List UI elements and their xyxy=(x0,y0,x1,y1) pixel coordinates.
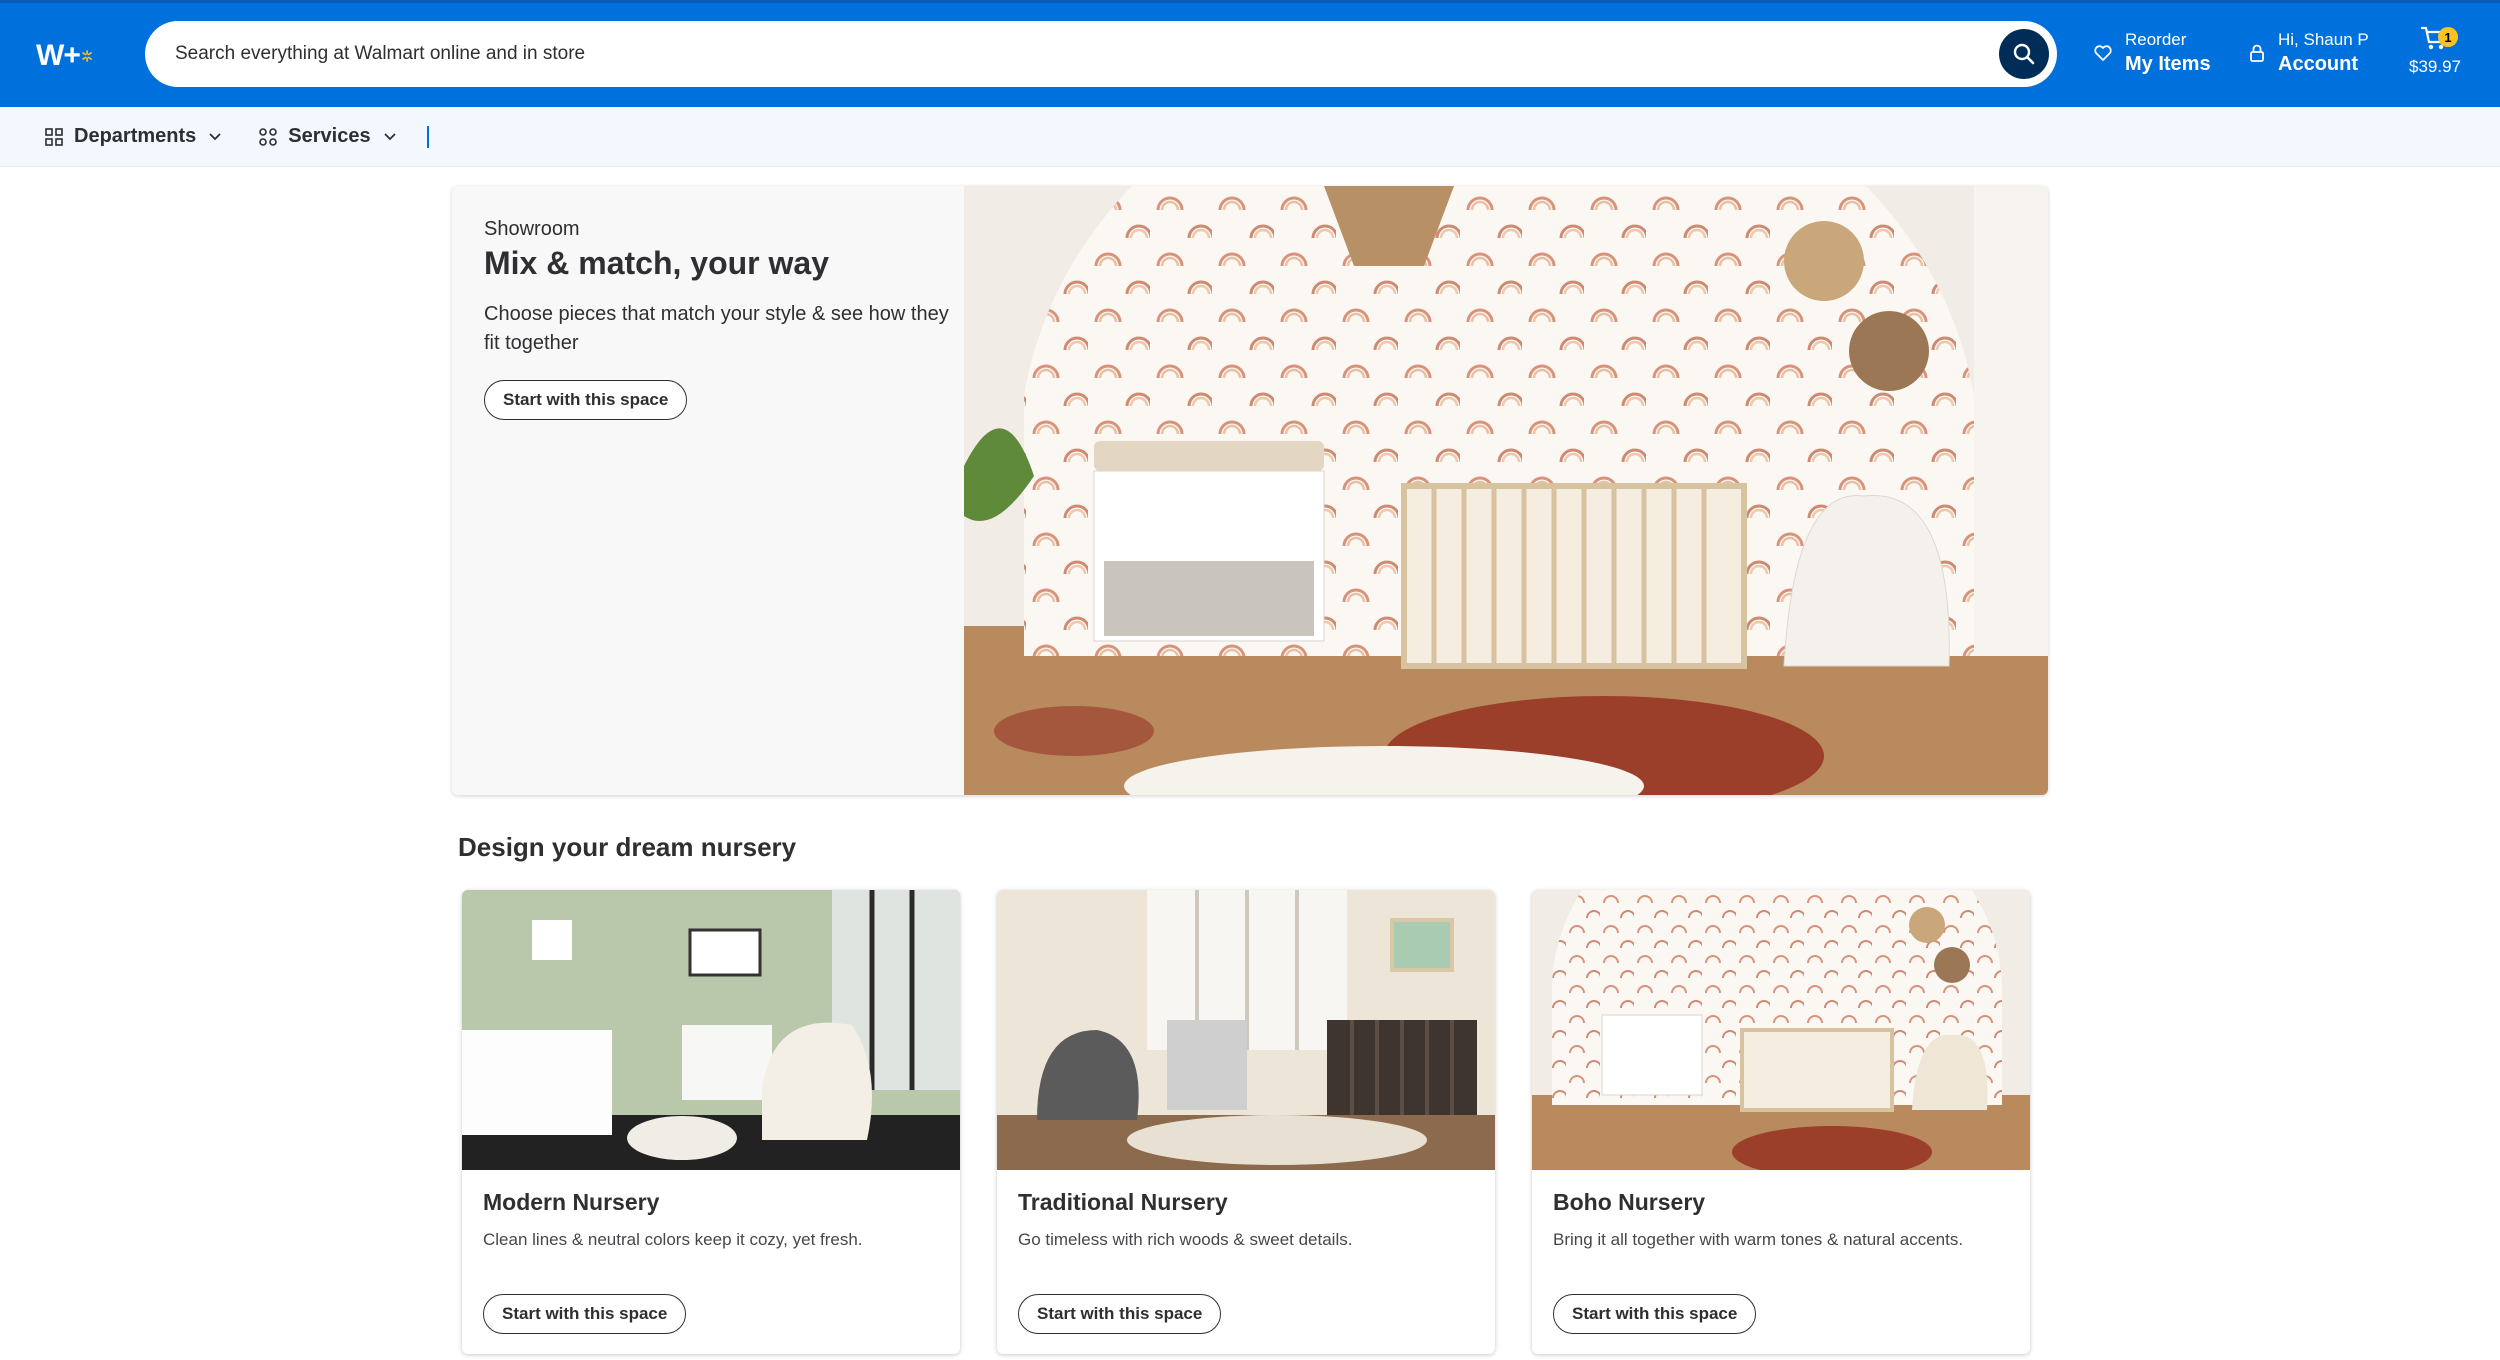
account-label: Account xyxy=(2278,53,2358,75)
card-title: Modern Nursery xyxy=(483,1189,660,1215)
nursery-card-boho[interactable]: Boho Nursery Bring it all together with … xyxy=(1532,890,2030,1354)
search-input[interactable] xyxy=(145,21,1999,87)
traditional-nursery-image xyxy=(997,890,1495,1170)
secondary-nav: Departments Services xyxy=(0,107,2500,167)
cart-count-badge: 1 xyxy=(2438,27,2458,47)
card-start-button[interactable]: Start with this space xyxy=(483,1294,687,1334)
services-grid-icon xyxy=(259,127,278,146)
chevron-down-icon xyxy=(383,132,396,140)
search-button[interactable] xyxy=(1999,29,2049,79)
grid-icon xyxy=(45,127,63,146)
departments-label: Departments xyxy=(74,125,197,147)
logo-wordmark: W+ xyxy=(36,39,81,72)
services-menu[interactable]: Services xyxy=(258,125,396,148)
boho-nursery-image xyxy=(1532,890,2030,1170)
heart-icon xyxy=(2094,45,2112,61)
card-start-button[interactable]: Start with this space xyxy=(1553,1294,1757,1334)
nursery-card-traditional[interactable]: Traditional Nursery Go timeless with ric… xyxy=(997,890,1495,1354)
search-bar xyxy=(145,21,2057,87)
services-label: Services xyxy=(288,125,371,147)
departments-menu[interactable]: Departments xyxy=(44,125,222,148)
card-start-button[interactable]: Start with this space xyxy=(1018,1294,1222,1334)
boho-nursery-hero-image xyxy=(964,186,2048,795)
search-icon xyxy=(2013,43,2035,65)
card-description: Bring it all together with warm tones & … xyxy=(1553,1230,1964,1249)
modern-nursery-image xyxy=(462,890,960,1170)
reorder-my-items-link[interactable]: Reorder My Items xyxy=(2093,29,2211,77)
account-greeting: Hi, Shaun P xyxy=(2278,30,2369,49)
section-title: Design your dream nursery xyxy=(458,832,797,862)
cart-total: $39.97 xyxy=(2409,57,2461,76)
hero-start-button[interactable]: Start with this space xyxy=(484,380,688,420)
hero-text: Showroom Mix & match, your way Choose pi… xyxy=(484,218,954,420)
account-link[interactable]: Hi, Shaun P Account xyxy=(2248,29,2369,77)
reorder-label: Reorder xyxy=(2125,30,2187,49)
hero-description: Choose pieces that match your style & se… xyxy=(484,303,949,354)
chevron-down-icon xyxy=(209,132,221,140)
nursery-card-modern[interactable]: Modern Nursery Clean lines & neutral col… xyxy=(462,890,960,1354)
nav-divider xyxy=(426,125,429,148)
spark-icon xyxy=(82,50,92,62)
cart-button[interactable]: 1 $39.97 xyxy=(2400,25,2470,77)
card-title: Traditional Nursery xyxy=(1018,1189,1228,1215)
card-description: Clean lines & neutral colors keep it coz… xyxy=(483,1230,863,1249)
account-icon xyxy=(2250,44,2264,62)
hero-eyebrow: Showroom xyxy=(484,218,580,240)
card-description: Go timeless with rich woods & sweet deta… xyxy=(1018,1230,1353,1249)
showroom-hero-card: Showroom Mix & match, your way Choose pi… xyxy=(452,186,2048,795)
hero-title: Mix & match, your way xyxy=(484,245,829,281)
card-title: Boho Nursery xyxy=(1553,1189,1706,1215)
walmart-plus-logo[interactable]: W+ xyxy=(36,33,92,79)
global-header: W+ Reorder My Items xyxy=(0,0,2500,107)
my-items-label: My Items xyxy=(2125,53,2211,75)
